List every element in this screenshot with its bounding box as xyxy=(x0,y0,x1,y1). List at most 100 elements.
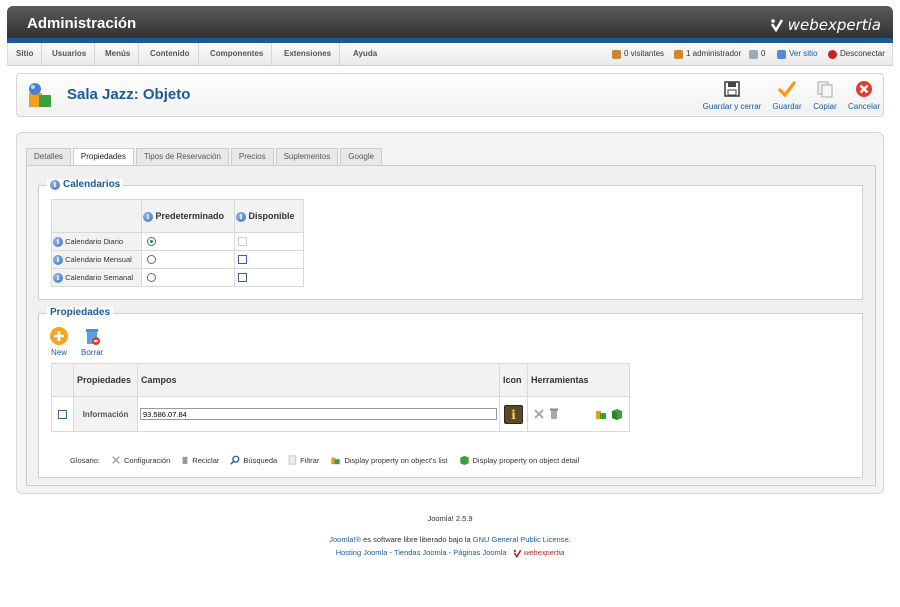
available-checkbox xyxy=(238,237,247,247)
calendar-name: Calendario Diario xyxy=(65,236,124,246)
menu-componentes[interactable]: Componentes xyxy=(202,43,273,65)
recycle-icon xyxy=(182,456,188,464)
field-cell xyxy=(137,396,500,432)
configuration-icon xyxy=(112,456,120,464)
menu-sitio[interactable]: Sitio xyxy=(8,43,43,65)
footer-license: Joomla!® es software libre liberado bajo… xyxy=(0,535,900,544)
save-label: Guardar xyxy=(772,102,802,111)
stores-link[interactable]: Tiendas Joomla xyxy=(394,548,447,557)
properties-header-row: Propiedades Campos Icon Herramientas xyxy=(51,363,630,397)
admins-label: 1 administrador xyxy=(686,49,742,58)
row-checkbox[interactable] xyxy=(58,409,67,419)
fields-column-header: Campos xyxy=(137,363,500,397)
trash-icon xyxy=(86,329,101,345)
admin-title: Administración xyxy=(27,15,137,32)
info-icon: i xyxy=(236,211,246,222)
tab-precios[interactable]: Precios xyxy=(230,148,274,165)
view-site-label[interactable]: Ver sitio xyxy=(789,43,817,65)
logout-link[interactable]: Desconectar xyxy=(828,43,885,65)
pages-link[interactable]: Páginas Joomla xyxy=(453,548,506,557)
gpl-link[interactable]: GNU General Public License xyxy=(473,535,569,544)
tab-tipos-reservacion[interactable]: Tipos de Reservación xyxy=(135,148,229,165)
configuration-icon[interactable] xyxy=(533,408,545,420)
tools-cell xyxy=(527,396,630,432)
available-checkbox[interactable] xyxy=(238,255,247,265)
info-property-icon[interactable]: i xyxy=(504,404,523,424)
list-display-icon xyxy=(331,457,341,465)
webexpertia-icon xyxy=(770,19,783,32)
webexpertia-icon xyxy=(513,549,522,558)
glossary-filter: Filtrar xyxy=(300,455,320,465)
tab-panel-propiedades: i Calendarios i Predeterminado i Disponi… xyxy=(26,165,876,486)
save-button[interactable]: Guardar xyxy=(771,80,803,111)
glossary-label: Glosario: xyxy=(70,455,101,465)
list-display-icon[interactable] xyxy=(595,408,607,420)
save-close-button[interactable]: Guardar y cerrar xyxy=(702,80,762,111)
default-radio[interactable] xyxy=(147,237,156,247)
logout-label[interactable]: Desconectar xyxy=(840,43,885,65)
calendars-table: i Predeterminado i Disponible i Calendar… xyxy=(51,199,304,287)
delete-button[interactable]: Borrar xyxy=(81,326,103,357)
info-icon: i xyxy=(143,211,153,222)
logout-icon xyxy=(828,49,837,59)
row-select-cell xyxy=(51,396,74,432)
calendars-header-row: i Predeterminado i Disponible xyxy=(51,199,304,233)
brand-logo[interactable]: webexpertia xyxy=(770,16,881,34)
menu-ayuda[interactable]: Ayuda xyxy=(345,43,385,65)
copy-button[interactable]: Copiar xyxy=(812,80,838,111)
footer-brand[interactable]: webexpertia xyxy=(524,548,564,557)
save-close-icon xyxy=(724,81,740,97)
calendars-fieldset: i Calendarios i Predeterminado i Disponi… xyxy=(38,179,863,300)
default-radio[interactable] xyxy=(147,255,156,265)
view-site-link[interactable]: Ver sitio xyxy=(777,43,817,65)
cancel-label: Cancelar xyxy=(847,102,880,111)
menu-contenido[interactable]: Contenido xyxy=(142,43,199,65)
tab-detalles[interactable]: Detalles xyxy=(26,148,71,165)
default-radio[interactable] xyxy=(147,273,156,283)
save-close-label: Guardar y cerrar xyxy=(702,102,762,111)
recycle-icon[interactable] xyxy=(549,408,559,420)
calendar-name: Calendario Semanal xyxy=(65,272,134,282)
menu-menus[interactable]: Menús xyxy=(97,43,140,65)
tab-propiedades[interactable]: Propiedades xyxy=(72,148,134,166)
footer-links: Hosting Joomla - Tiendas Joomla - Página… xyxy=(0,548,900,558)
admin-header: Administración webexpertia xyxy=(7,6,893,42)
field-value-input[interactable] xyxy=(140,408,497,420)
messages-status[interactable]: 0 xyxy=(749,43,765,65)
default-radio-cell xyxy=(141,232,235,251)
icon-cell: i xyxy=(499,396,528,432)
glossary-detail-display: Display property on object detail xyxy=(472,455,580,465)
info-icon: i xyxy=(53,254,63,265)
glossary-recycle: Reciclar xyxy=(192,455,220,465)
object-icon xyxy=(29,83,51,107)
tab-bar: Detalles Propiedades Tipos de Reservació… xyxy=(26,148,384,166)
hosting-link[interactable]: Hosting Joomla xyxy=(336,548,388,557)
copy-label: Copiar xyxy=(813,102,837,111)
cancel-button[interactable]: Cancelar xyxy=(847,80,881,111)
filter-icon xyxy=(288,455,297,465)
detail-display-icon[interactable] xyxy=(611,408,623,420)
table-row: Información i xyxy=(51,396,630,432)
tab-suplementos[interactable]: Suplementos xyxy=(275,148,339,165)
calendar-row: i Calendario Mensual xyxy=(51,250,304,269)
messages-count: 0 xyxy=(761,49,766,58)
joomla-link[interactable]: Joomla!® xyxy=(329,535,361,544)
calendar-row: i Calendario Semanal xyxy=(51,268,304,287)
menu-extensiones[interactable]: Extensiones xyxy=(276,43,341,65)
glossary-list-display: Display property on object's list xyxy=(344,455,448,465)
tab-google[interactable]: Google xyxy=(340,148,383,165)
available-checkbox-cell xyxy=(234,268,304,287)
calendar-name-cell: i Calendario Semanal xyxy=(51,268,142,287)
calendars-legend-label: Calendarios xyxy=(63,179,121,190)
checkmark-icon xyxy=(778,81,796,98)
new-label: New xyxy=(50,348,67,357)
new-button[interactable]: New xyxy=(49,326,69,357)
available-checkbox[interactable] xyxy=(238,273,247,283)
users-icon xyxy=(612,49,621,59)
properties-legend: Propiedades xyxy=(47,307,114,318)
default-column-label: Predeterminado xyxy=(155,210,225,221)
monitor-icon xyxy=(777,49,786,59)
brand-name: webexpertia xyxy=(787,16,881,34)
calendar-name-cell: i Calendario Diario xyxy=(51,232,142,251)
menu-usuarios[interactable]: Usuarios xyxy=(44,43,96,65)
